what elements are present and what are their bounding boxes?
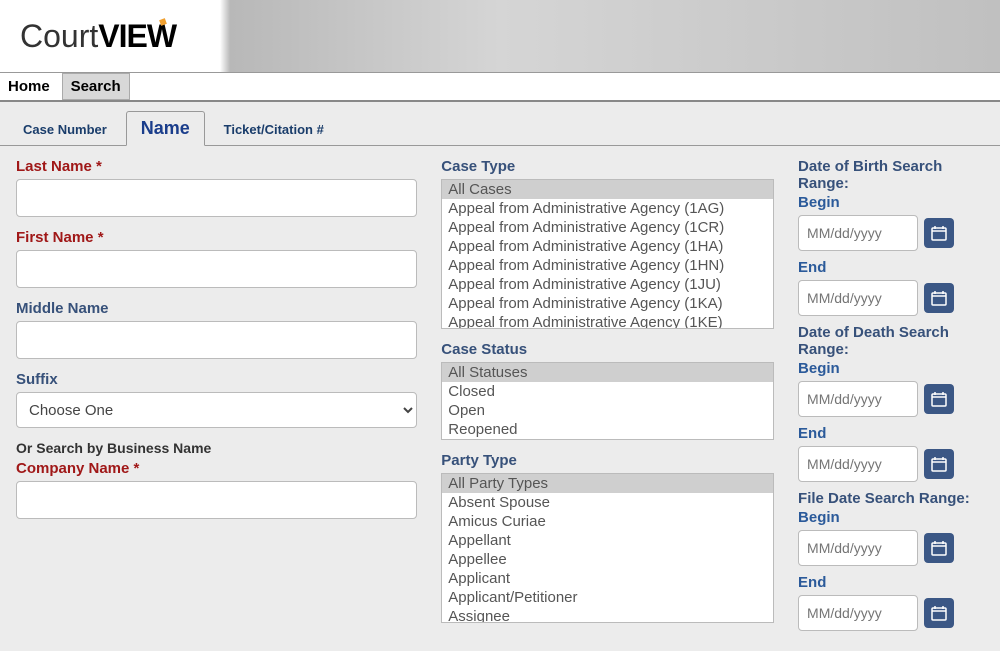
case-type-label: Case Type (441, 158, 774, 175)
list-item[interactable]: Reopened (442, 420, 773, 439)
middle-name-input[interactable] (16, 321, 417, 359)
list-item[interactable]: Appeal from Administrative Agency (1HA) (442, 237, 773, 256)
dob-end-input[interactable] (798, 280, 918, 316)
logo: CourtVIEW (20, 18, 182, 55)
column-middle: Case Type All CasesAppeal from Administr… (441, 158, 774, 639)
list-item[interactable]: Appeal from Administrative Agency (1HN) (442, 256, 773, 275)
dob-begin-input[interactable] (798, 215, 918, 251)
calendar-icon (931, 225, 947, 241)
list-item[interactable]: Appeal from Administrative Agency (1KE) (442, 313, 773, 329)
file-begin-calendar-button[interactable] (924, 533, 954, 563)
or-search-label: Or Search by Business Name (16, 440, 417, 456)
column-left: Last Name * First Name * Middle Name Suf… (16, 158, 417, 639)
content-area: Last Name * First Name * Middle Name Suf… (0, 145, 1000, 651)
case-type-list[interactable]: All CasesAppeal from Administrative Agen… (441, 179, 774, 329)
dod-end-calendar-button[interactable] (924, 449, 954, 479)
tabs-row: Case Number Name Ticket/Citation # (0, 102, 1000, 145)
list-item[interactable]: Appeal from Administrative Agency (1KA) (442, 294, 773, 313)
list-item[interactable]: All Statuses (442, 363, 773, 382)
column-right: Date of Birth Search Range: Begin End Da… (798, 158, 984, 639)
calendar-icon (931, 540, 947, 556)
party-type-list[interactable]: All Party TypesAbsent SpouseAmicus Curia… (441, 473, 774, 623)
dob-end-calendar-button[interactable] (924, 283, 954, 313)
logo-text-1: Court (20, 18, 98, 54)
last-name-input[interactable] (16, 179, 417, 217)
file-begin-label: Begin (798, 509, 984, 526)
tab-name[interactable]: Name (126, 111, 205, 146)
calendar-icon (931, 456, 947, 472)
list-item[interactable]: Applicant/Petitioner (442, 588, 773, 607)
nav-search[interactable]: Search (62, 73, 130, 100)
list-item[interactable]: Closed (442, 382, 773, 401)
suffix-label: Suffix (16, 371, 417, 388)
file-end-calendar-button[interactable] (924, 598, 954, 628)
dod-end-label: End (798, 425, 984, 442)
first-name-label: First Name * (16, 229, 417, 246)
calendar-icon (931, 391, 947, 407)
case-status-list[interactable]: All StatusesClosedOpenReopened (441, 362, 774, 440)
party-type-label: Party Type (441, 452, 774, 469)
dod-begin-calendar-button[interactable] (924, 384, 954, 414)
dod-range-label: Date of Death Search Range: (798, 324, 984, 358)
calendar-icon (931, 290, 947, 306)
calendar-icon (931, 605, 947, 621)
suffix-select[interactable]: Choose One (16, 392, 417, 428)
first-name-input[interactable] (16, 250, 417, 288)
case-status-label: Case Status (441, 341, 774, 358)
dod-end-input[interactable] (798, 446, 918, 482)
dob-end-label: End (798, 259, 984, 276)
last-name-label: Last Name * (16, 158, 417, 175)
file-end-label: End (798, 574, 984, 591)
list-item[interactable]: Absent Spouse (442, 493, 773, 512)
file-begin-input[interactable] (798, 530, 918, 566)
nav-bar: Home Search (0, 73, 1000, 102)
dob-begin-calendar-button[interactable] (924, 218, 954, 248)
dod-begin-label: Begin (798, 360, 984, 377)
list-item[interactable]: Appellee (442, 550, 773, 569)
dod-begin-input[interactable] (798, 381, 918, 417)
company-name-label: Company Name * (16, 460, 417, 477)
list-item[interactable]: All Party Types (442, 474, 773, 493)
nav-home[interactable]: Home (0, 74, 58, 99)
list-item[interactable]: Assignee (442, 607, 773, 623)
list-item[interactable]: Open (442, 401, 773, 420)
file-end-input[interactable] (798, 595, 918, 631)
list-item[interactable]: Amicus Curiae (442, 512, 773, 531)
tab-case-number[interactable]: Case Number (8, 115, 122, 143)
dob-range-label: Date of Birth Search Range: (798, 158, 984, 192)
list-item[interactable]: Appeal from Administrative Agency (1AG) (442, 199, 773, 218)
header-banner: CourtVIEW (0, 0, 1000, 73)
dob-begin-label: Begin (798, 194, 984, 211)
list-item[interactable]: Appeal from Administrative Agency (1CR) (442, 218, 773, 237)
list-item[interactable]: All Cases (442, 180, 773, 199)
middle-name-label: Middle Name (16, 300, 417, 317)
list-item[interactable]: Appeal from Administrative Agency (1JU) (442, 275, 773, 294)
file-range-label: File Date Search Range: (798, 490, 984, 507)
tab-ticket[interactable]: Ticket/Citation # (209, 115, 339, 143)
list-item[interactable]: Applicant (442, 569, 773, 588)
company-name-input[interactable] (16, 481, 417, 519)
list-item[interactable]: Appellant (442, 531, 773, 550)
